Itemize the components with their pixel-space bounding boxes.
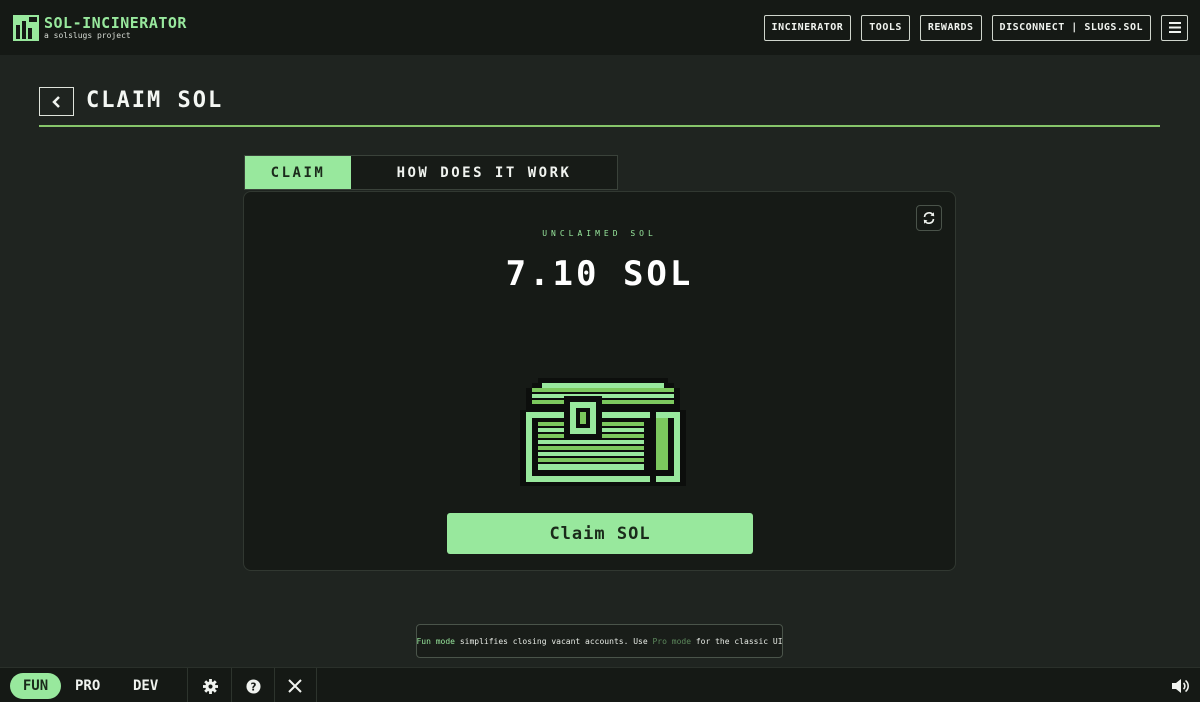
disconnect-wallet-button[interactable]: DISCONNECT | SLUGS.SOL	[991, 14, 1151, 41]
brand-subtitle: a solslugs project	[44, 30, 131, 40]
claim-card: UNCLAIMED SOL 7.10 SOL Claim SOL	[243, 191, 956, 571]
svg-text:?: ?	[250, 681, 256, 693]
tab-claim[interactable]: CLAIM	[245, 156, 351, 189]
mode-pro-button[interactable]: PRO	[75, 673, 100, 699]
notice-text-1: simplifies closing vacant accounts. Use	[455, 636, 653, 646]
chevron-left-icon	[51, 95, 60, 108]
notice-text-2: for the classic UI	[691, 636, 783, 646]
help-icon: ?	[245, 678, 261, 694]
notice-pro-mode-link[interactable]: Pro mode	[652, 637, 691, 646]
bottom-bar: FUN PRO DEV ?	[0, 667, 1200, 702]
notice-fun-mode-link[interactable]: Fun mode	[416, 637, 455, 646]
unclaimed-label: UNCLAIMED SOL	[542, 229, 657, 238]
hamburger-icon	[1168, 22, 1181, 33]
refresh-button[interactable]	[916, 205, 942, 231]
refresh-icon	[923, 212, 935, 224]
menu-button[interactable]	[1161, 14, 1188, 41]
sound-toggle[interactable]	[1168, 674, 1192, 698]
speaker-icon	[1172, 679, 1189, 693]
mode-fun-button[interactable]: FUN	[10, 673, 61, 699]
tab-bar: CLAIM HOW DOES IT WORK	[244, 155, 618, 190]
title-divider	[39, 125, 1160, 127]
help-button[interactable]: ?	[241, 674, 265, 698]
divider	[274, 668, 275, 702]
back-button[interactable]	[39, 87, 74, 116]
x-logo-icon	[288, 679, 302, 693]
page-title: CLAIM SOL	[86, 88, 224, 113]
nav-incinerator-button[interactable]: INCINERATOR	[763, 14, 852, 41]
treasure-chest-icon	[520, 378, 686, 486]
brand[interactable]: SOL-INCINERATOR a solslugs project	[13, 13, 187, 41]
mode-notice: Fun mode simplifies closing vacant accou…	[416, 624, 783, 658]
gear-icon	[202, 678, 218, 694]
nav-tools-button[interactable]: TOOLS	[861, 14, 910, 41]
divider	[231, 668, 232, 702]
tab-how-does-it-work[interactable]: HOW DOES IT WORK	[351, 156, 617, 189]
nav-rewards-button[interactable]: REWARDS	[919, 14, 982, 41]
brand-title: SOL-INCINERATOR	[44, 13, 187, 32]
top-bar: SOL-INCINERATOR a solslugs project INCIN…	[0, 0, 1200, 55]
logo-icon	[13, 14, 39, 41]
divider	[316, 668, 317, 702]
claim-sol-button[interactable]: Claim SOL	[447, 513, 753, 554]
divider	[187, 668, 188, 702]
top-nav: INCINERATOR TOOLS REWARDS DISCONNECT | S…	[763, 14, 1188, 41]
settings-button[interactable]	[198, 674, 222, 698]
x-social-link[interactable]	[283, 674, 307, 698]
mode-dev-button[interactable]: DEV	[133, 673, 158, 699]
unclaimed-amount: 7.10 SOL	[505, 254, 694, 294]
